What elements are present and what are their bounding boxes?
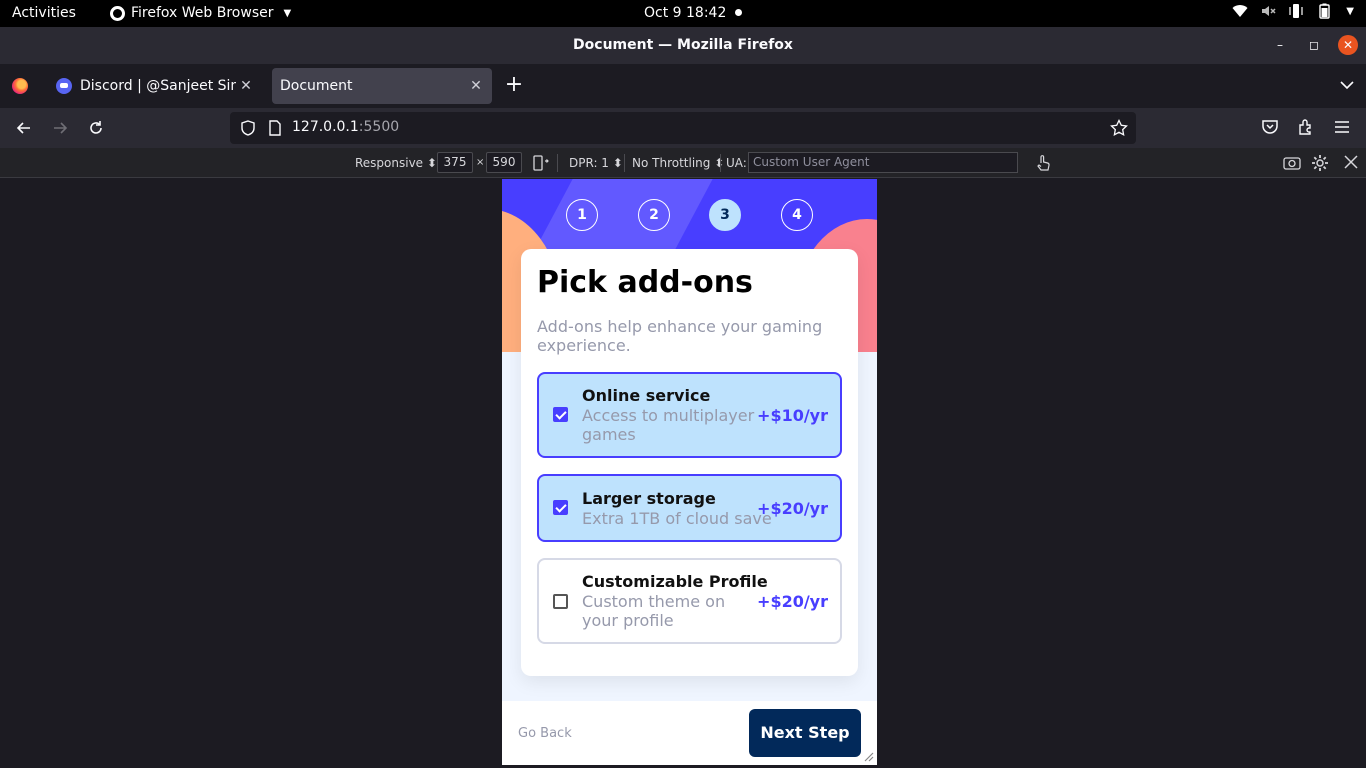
step-2: 2 xyxy=(638,199,670,231)
tab-list-chevron-icon[interactable] xyxy=(1340,78,1354,92)
responsive-viewport: 1 2 3 4 Pick add-ons Add-ons help enhanc… xyxy=(502,179,877,765)
minimize-button[interactable]: – xyxy=(1270,35,1290,55)
close-rdm-icon[interactable] xyxy=(1344,155,1358,169)
navigation-toolbar: 127.0.0.1:5500 xyxy=(0,108,1366,148)
separator xyxy=(624,154,625,172)
tab-discord[interactable]: Discord | @Sanjeet Singh ✕ xyxy=(46,68,262,104)
shield-icon[interactable] xyxy=(240,120,256,136)
step-1: 1 xyxy=(566,199,598,231)
addon-name: Larger storage xyxy=(582,489,716,508)
hamburger-menu-icon[interactable] xyxy=(1333,118,1351,136)
wifi-icon xyxy=(1232,5,1248,17)
activities-button[interactable]: Activities xyxy=(12,5,76,21)
addon-checkbox[interactable] xyxy=(553,407,568,422)
addon-description: Extra 1TB of cloud save xyxy=(582,509,772,528)
vibrate-icon xyxy=(1289,4,1303,18)
firefox-icon xyxy=(110,5,125,21)
back-arrow-icon[interactable] xyxy=(14,118,34,138)
close-window-button[interactable]: ✕ xyxy=(1338,35,1358,55)
bookmark-star-icon[interactable] xyxy=(1110,119,1128,137)
addon-name: Online service xyxy=(582,386,711,405)
window-titlebar: Document — Mozilla Firefox – ◻ ✕ xyxy=(0,27,1366,64)
notification-dot xyxy=(735,9,742,16)
url-text[interactable]: 127.0.0.1:5500 xyxy=(292,119,399,135)
go-back-button[interactable]: Go Back xyxy=(518,726,572,741)
app-menu[interactable]: Firefox Web Browser ▼ xyxy=(110,5,291,21)
firefox-view-icon[interactable] xyxy=(12,78,28,94)
chevron-down-icon: ▼ xyxy=(283,7,292,19)
addon-customizable-profile[interactable]: Customizable Profile Custom theme on you… xyxy=(537,558,842,644)
new-tab-button[interactable]: + xyxy=(504,74,524,96)
viewport-resize-handle-icon[interactable] xyxy=(862,750,874,762)
addon-larger-storage[interactable]: Larger storage Extra 1TB of cloud save +… xyxy=(537,474,842,542)
addon-price: +$20/yr xyxy=(757,499,828,518)
next-step-button[interactable]: Next Step xyxy=(749,709,861,757)
discord-icon xyxy=(56,78,72,94)
settings-gear-icon[interactable] xyxy=(1311,154,1329,172)
addon-checkbox[interactable] xyxy=(553,594,568,609)
addon-checkbox[interactable] xyxy=(553,500,568,515)
page-title: Pick add-ons xyxy=(537,265,753,300)
separator xyxy=(557,154,558,172)
ua-label: UA: xyxy=(726,156,747,170)
viewport-width-input[interactable]: 375 xyxy=(437,152,473,173)
volume-muted-icon xyxy=(1262,6,1276,16)
system-top-bar: Activities Firefox Web Browser ▼ Oct 9 1… xyxy=(0,0,1366,27)
responsive-design-toolbar: Responsive ⬍ 375 × 590 DPR: 1 ⬍ No Throt… xyxy=(0,148,1366,178)
touch-simulation-icon[interactable] xyxy=(1035,154,1051,172)
addon-online-service[interactable]: Online service Access to multiplayer gam… xyxy=(537,372,842,458)
tab-document[interactable]: Document ✕ xyxy=(272,68,492,104)
page-subtitle: Add-ons help enhance your gaming experie… xyxy=(537,317,823,355)
dimension-separator: × xyxy=(476,157,485,168)
step-indicator: 1 2 3 4 xyxy=(502,199,877,231)
url-bar[interactable]: 127.0.0.1:5500 xyxy=(230,112,1136,144)
throttling-selector[interactable]: No Throttling ⬍ xyxy=(632,156,724,170)
tab-strip: Discord | @Sanjeet Singh ✕ Document ✕ + xyxy=(0,64,1366,108)
tab-label: Discord | @Sanjeet Singh xyxy=(80,78,236,94)
separator xyxy=(720,154,721,172)
addon-name: Customizable Profile xyxy=(582,572,768,591)
app-menu-label: Firefox Web Browser xyxy=(131,5,274,21)
viewport-height-input[interactable]: 590 xyxy=(486,152,522,173)
addon-description: Access to multiplayer games xyxy=(582,406,755,444)
chevron-down-icon: ▼ xyxy=(1346,5,1354,17)
tab-label: Document xyxy=(280,78,353,94)
device-selector[interactable]: Responsive ⬍ xyxy=(355,156,437,170)
dpr-selector[interactable]: DPR: 1 ⬍ xyxy=(569,156,623,170)
window-title: Document — Mozilla Firefox xyxy=(573,37,793,53)
step-4: 4 xyxy=(781,199,813,231)
maximize-button[interactable]: ◻ xyxy=(1304,35,1324,55)
user-agent-input[interactable]: Custom User Agent xyxy=(748,152,1018,173)
addon-description: Custom theme on your profile xyxy=(582,592,726,630)
forward-arrow-icon[interactable] xyxy=(50,118,70,138)
form-footer: Go Back Next Step xyxy=(502,701,877,765)
clock[interactable]: Oct 9 18:42 xyxy=(644,5,726,21)
extensions-icon[interactable] xyxy=(1297,118,1315,136)
addon-price: +$20/yr xyxy=(757,592,828,611)
close-icon[interactable]: ✕ xyxy=(236,78,256,94)
addon-price: +$10/yr xyxy=(757,406,828,425)
reload-icon[interactable] xyxy=(86,118,106,138)
close-icon[interactable]: ✕ xyxy=(466,78,486,94)
page-icon[interactable] xyxy=(268,120,282,136)
battery-icon xyxy=(1319,3,1330,19)
step-3: 3 xyxy=(709,199,741,231)
form-card: Pick add-ons Add-ons help enhance your g… xyxy=(521,249,858,676)
system-tray[interactable]: ▼ xyxy=(1232,3,1354,19)
screenshot-camera-icon[interactable] xyxy=(1283,155,1301,171)
pocket-icon[interactable] xyxy=(1261,118,1279,136)
rotate-viewport-icon[interactable] xyxy=(532,155,550,171)
